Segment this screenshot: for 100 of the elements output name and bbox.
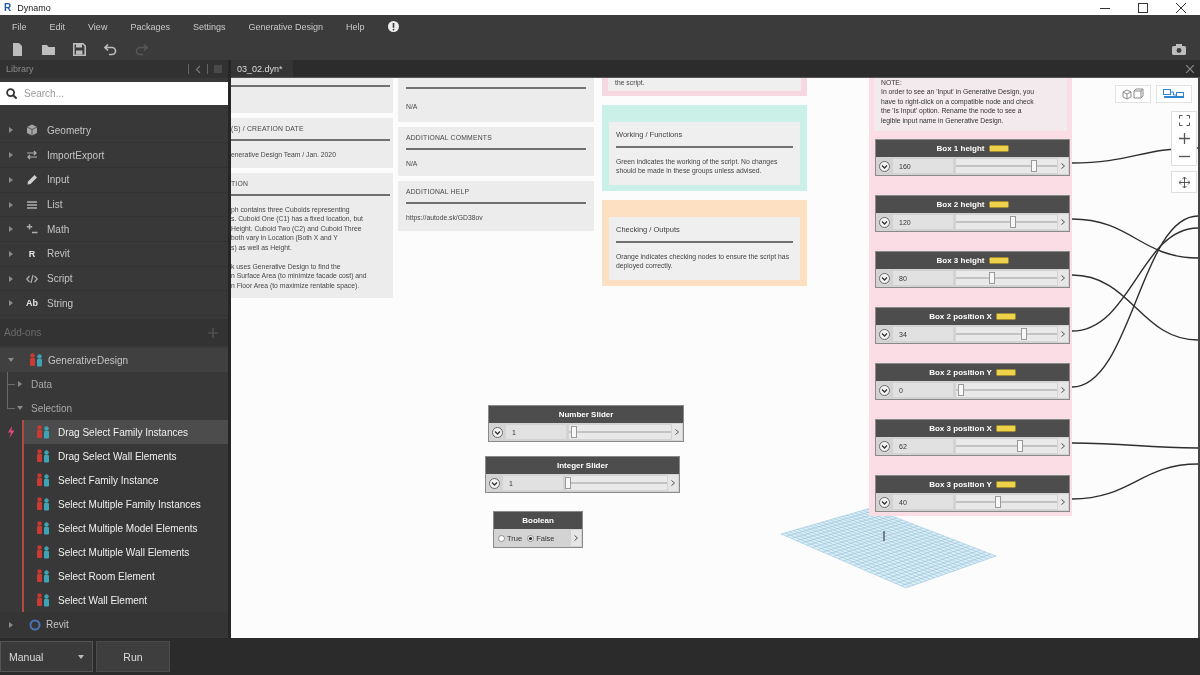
slider-thumb[interactable] <box>571 426 578 438</box>
slider-thumb[interactable] <box>989 272 996 285</box>
caret-right-icon[interactable] <box>17 381 23 388</box>
chevron-right-icon[interactable] <box>1058 158 1068 175</box>
chevron-right-icon[interactable] <box>668 475 678 491</box>
library-category[interactable]: GenerativeDesign <box>0 348 228 373</box>
library-category[interactable]: List <box>0 192 228 218</box>
node-title: Box 3 position Y <box>929 480 992 490</box>
chevron-right-icon[interactable] <box>1058 214 1068 231</box>
camera-icon[interactable] <box>1172 43 1186 55</box>
people-icon <box>36 473 50 488</box>
arrows-icon <box>26 149 38 162</box>
zoom-in-icon[interactable] <box>1178 133 1190 144</box>
chevron-right-icon[interactable] <box>1058 382 1068 399</box>
library-item[interactable]: Select Family Instance <box>22 468 228 493</box>
chevron-circle-icon[interactable] <box>879 384 890 396</box>
menu-item[interactable]: Packages <box>130 21 170 32</box>
chevron-circle-icon[interactable] <box>879 328 890 340</box>
library-category[interactable]: ImportExport <box>0 143 228 168</box>
library-subcategory[interactable]: Selection <box>0 396 228 421</box>
chevron-circle-icon[interactable] <box>489 477 500 489</box>
slider-thumb[interactable] <box>1020 328 1027 341</box>
menu-item[interactable]: Help <box>346 21 365 32</box>
chevron-right-icon[interactable] <box>672 424 682 440</box>
close-icon[interactable] <box>1176 2 1186 13</box>
chevron-left-icon[interactable] <box>195 64 201 74</box>
chevron-right-icon[interactable] <box>1058 438 1068 455</box>
letter-icon: Ab <box>26 298 38 309</box>
undo-icon[interactable] <box>104 42 117 56</box>
people-icon <box>36 593 50 608</box>
caret-right-icon[interactable] <box>8 250 14 257</box>
menu-item[interactable]: View <box>88 21 108 32</box>
chevron-circle-icon[interactable] <box>879 272 890 284</box>
caret-right-icon[interactable] <box>8 226 14 233</box>
menu-item[interactable]: Generative Design <box>248 21 323 32</box>
library-item[interactable]: Select Multiple Wall Elements <box>22 540 228 565</box>
chevron-right-icon[interactable] <box>1058 494 1068 511</box>
document-tab[interactable]: 03_02.dyn* <box>231 60 293 77</box>
slider-thumb[interactable] <box>1016 440 1023 453</box>
library-item[interactable]: Select Multiple Model Elements <box>22 516 228 541</box>
move-icon[interactable] <box>1178 176 1190 188</box>
caret-right-icon[interactable] <box>8 152 14 159</box>
library-category[interactable]: Math <box>0 217 228 243</box>
slider-thumb[interactable] <box>1030 160 1037 173</box>
chevron-circle-icon[interactable] <box>879 440 890 452</box>
node-title: Box 3 position X <box>929 424 992 434</box>
library-category[interactable]: R Revit <box>0 242 228 267</box>
save-icon[interactable] <box>73 42 86 56</box>
caret-right-icon[interactable] <box>8 621 14 628</box>
menu-item[interactable]: Settings <box>192 21 226 32</box>
caret-down-icon[interactable] <box>8 357 14 364</box>
people-icon <box>36 545 50 560</box>
fit-view-icon[interactable] <box>1178 115 1190 126</box>
window-title: Dynamo <box>17 2 51 13</box>
library-category[interactable]: Script <box>0 266 228 292</box>
node-title: Box 2 position Y <box>929 368 992 378</box>
menu-item[interactable]: File <box>12 21 27 32</box>
library-category[interactable]: Geometry <box>0 118 228 144</box>
caret-right-icon[interactable] <box>8 127 14 134</box>
library-item[interactable]: Select Room Element <box>22 564 228 589</box>
chevron-circle-icon[interactable] <box>492 426 503 438</box>
view-toggle-button[interactable] <box>1156 85 1192 103</box>
library-category[interactable]: Input <box>0 167 228 193</box>
folder-icon[interactable] <box>42 42 55 56</box>
caret-down-icon[interactable] <box>17 405 23 412</box>
people-icon <box>36 449 50 464</box>
node-title: Integer Slider <box>556 461 609 470</box>
library-item[interactable]: Drag Select Family Instances <box>22 420 228 445</box>
caret-right-icon[interactable] <box>8 275 14 282</box>
chevron-right-icon[interactable] <box>571 530 581 546</box>
library-category[interactable]: Ab String <box>0 291 228 317</box>
maximize-icon[interactable] <box>1138 2 1148 13</box>
people-icon <box>36 497 50 512</box>
library-item[interactable]: Drag Select Wall Elements <box>22 444 228 469</box>
node-title: Box 2 position X <box>929 312 992 322</box>
library-subcategory[interactable]: Data <box>0 372 228 397</box>
chevron-circle-icon[interactable] <box>879 496 890 508</box>
library-item[interactable]: Select Multiple Family Instances <box>22 492 228 517</box>
slider-thumb[interactable] <box>565 477 571 489</box>
run-mode-dropdown[interactable]: Manual <box>0 641 93 672</box>
caret-right-icon[interactable] <box>8 300 14 307</box>
search-field[interactable]: Search... <box>0 82 228 105</box>
document-icon[interactable] <box>11 42 24 56</box>
slider-thumb[interactable] <box>995 496 1002 509</box>
slider-thumb[interactable] <box>958 384 965 397</box>
chevron-right-icon[interactable] <box>1058 270 1068 287</box>
panel-title: Library <box>6 64 34 74</box>
chevron-circle-icon[interactable] <box>879 216 890 228</box>
people-icon <box>36 521 50 536</box>
run-button[interactable]: Run <box>96 641 170 672</box>
view-toggle-button[interactable] <box>1115 85 1151 103</box>
caret-right-icon[interactable] <box>8 201 14 208</box>
code-icon <box>26 272 38 285</box>
caret-right-icon[interactable] <box>8 176 14 183</box>
menu-item[interactable]: Edit <box>49 21 66 32</box>
pencil-icon <box>26 173 38 186</box>
chevron-right-icon[interactable] <box>1058 326 1068 343</box>
slider-thumb[interactable] <box>1009 216 1016 229</box>
chevron-circle-icon[interactable] <box>879 160 890 172</box>
alert-icon[interactable] <box>387 21 399 32</box>
